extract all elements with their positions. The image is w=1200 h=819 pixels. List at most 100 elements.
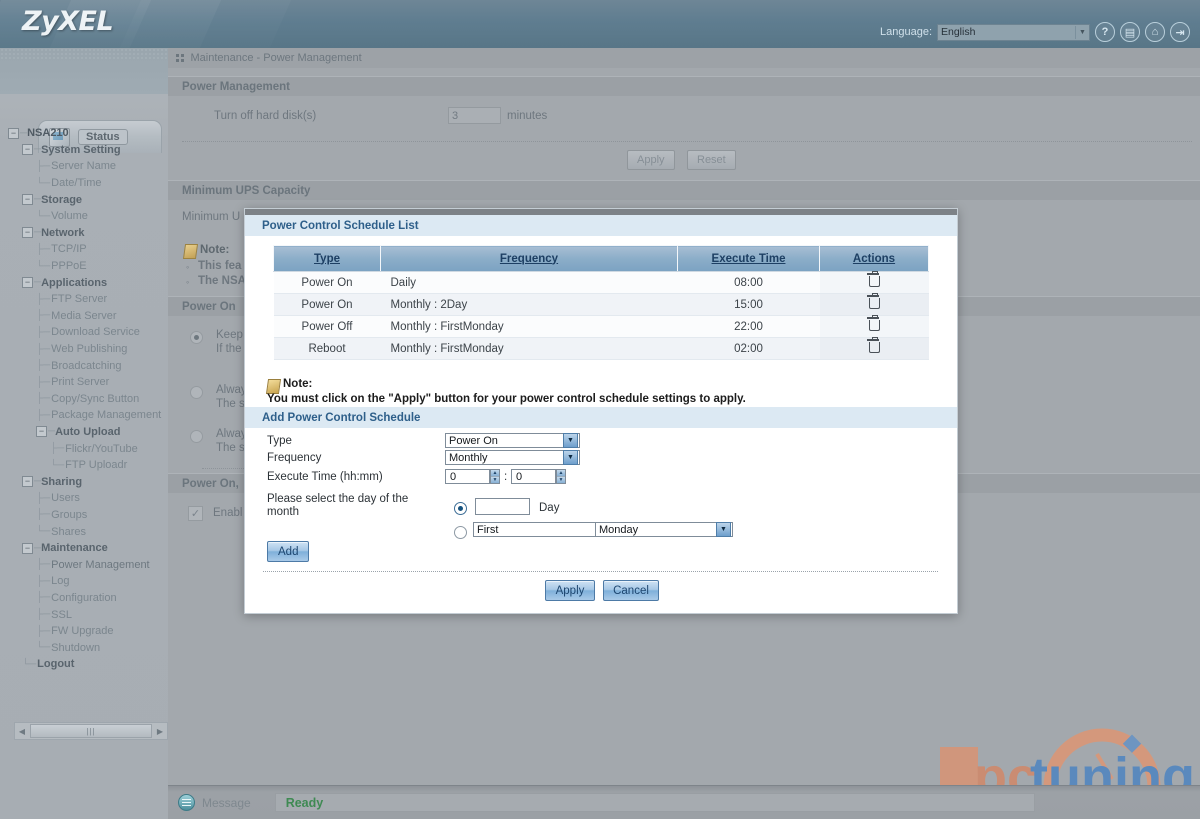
sidebar-item-groups[interactable]: ├─ Groups	[0, 507, 168, 524]
scroll-left-icon[interactable]: ◀	[15, 727, 29, 736]
cell-actions[interactable]	[819, 315, 929, 338]
help-icon[interactable]: ?	[1095, 22, 1115, 42]
sidebar-item-nsa210[interactable]: − ─ NSA210	[0, 125, 168, 142]
weekday-of-month-radio[interactable]	[454, 526, 467, 539]
expander-collapse-icon[interactable]: −	[22, 144, 33, 156]
sidebar-item-package-management[interactable]: ├─ Package Management	[0, 407, 168, 424]
chevron-down-icon[interactable]: ▼	[1075, 25, 1089, 39]
hour-stepper[interactable]: ▲ ▼	[490, 469, 500, 484]
expander-collapse-icon[interactable]: −	[22, 542, 33, 554]
frequency-select[interactable]: Monthly ▼	[445, 450, 580, 465]
column-header-actions[interactable]: Actions	[819, 245, 929, 272]
sidebar-item-ssl[interactable]: ├─ SSL	[0, 606, 168, 623]
stepper-down-icon[interactable]: ▼	[491, 477, 499, 483]
sidebar-item-shares[interactable]: └─ Shares	[0, 523, 168, 540]
sidebar-item-logout[interactable]: └─ Logout	[0, 656, 168, 673]
cell-actions[interactable]	[819, 337, 929, 360]
section-minimum-ups-capacity: Minimum UPS Capacity	[168, 180, 1200, 200]
column-header-frequency[interactable]: Frequency	[380, 245, 678, 272]
sidebar-horizontal-scrollbar[interactable]: ◀ ||| ▶	[14, 722, 168, 740]
sidebar-item-pppoe[interactable]: └─ PPPoE	[0, 258, 168, 275]
sidebar-item-network[interactable]: − ─ Network	[0, 225, 168, 242]
table-row[interactable]: Power Off Monthly : FirstMonday 22:00	[273, 315, 929, 338]
sidebar-item-power-management[interactable]: ├─ Power Management	[0, 556, 168, 573]
stepper-up-icon[interactable]: ▲	[491, 470, 499, 477]
logout-icon[interactable]: ⇥	[1170, 22, 1190, 42]
language-select[interactable]: English ▼	[937, 23, 1090, 41]
add-button[interactable]: Add	[267, 541, 310, 562]
sidebar-item-broadcatching[interactable]: ├─ Broadcatching	[0, 357, 168, 374]
delete-icon[interactable]	[867, 293, 880, 309]
table-row[interactable]: Power On Monthly : 2Day 15:00	[273, 293, 929, 316]
sidebar-item-web-publishing[interactable]: ├─ Web Publishing	[0, 341, 168, 358]
sidebar-item-users[interactable]: ├─ Users	[0, 490, 168, 507]
delete-icon[interactable]	[867, 337, 880, 353]
tree-branch-icon: ├─	[36, 509, 51, 521]
column-header-execute-time[interactable]: Execute Time	[677, 245, 820, 272]
table-row[interactable]: Power On Daily 08:00	[273, 271, 929, 294]
sidebar-item-auto-upload[interactable]: − ─ Auto Upload	[0, 424, 168, 441]
sidebar-item-print-server[interactable]: ├─ Print Server	[0, 374, 168, 391]
expander-collapse-icon[interactable]: −	[22, 277, 33, 289]
hour-input[interactable]: 0	[445, 469, 490, 484]
minute-input[interactable]: 0	[511, 469, 556, 484]
type-select[interactable]: Power On ▼	[445, 433, 580, 448]
dialog-apply-button[interactable]: Apply	[545, 580, 595, 601]
sidebar-item-tcp-ip[interactable]: ├─ TCP/IP	[0, 241, 168, 258]
table-row[interactable]: Reboot Monthly : FirstMonday 02:00	[273, 337, 929, 360]
sidebar-item-configuration[interactable]: ├─ Configuration	[0, 590, 168, 607]
power-on-option-0-radio[interactable]	[190, 331, 203, 344]
document-icon[interactable]: ▤	[1120, 22, 1140, 42]
sidebar-item-sharing[interactable]: − ─ Sharing	[0, 473, 168, 490]
dialog-cancel-button[interactable]: Cancel	[603, 580, 659, 601]
sidebar-item-server-name[interactable]: ├─ Server Name	[0, 158, 168, 175]
enable-checkbox[interactable]: ✓	[188, 506, 203, 521]
stepper-up-icon[interactable]: ▲	[557, 470, 565, 477]
power-on-option-2-radio[interactable]	[190, 430, 203, 443]
day-of-month-radio[interactable]	[454, 502, 467, 515]
reset-button[interactable]: Reset	[687, 150, 736, 170]
sidebar-item-applications[interactable]: − ─ Applications	[0, 274, 168, 291]
sidebar-item-download-service[interactable]: ├─ Download Service	[0, 324, 168, 341]
scroll-right-icon[interactable]: ▶	[153, 727, 167, 736]
expander-collapse-icon[interactable]: −	[36, 426, 47, 438]
sidebar-item-copy-sync-button[interactable]: ├─ Copy/Sync Button	[0, 391, 168, 408]
sidebar-item-log[interactable]: ├─ Log	[0, 573, 168, 590]
stepper-down-icon[interactable]: ▼	[557, 477, 565, 483]
apply-button[interactable]: Apply	[627, 150, 675, 170]
sidebar-item-shutdown[interactable]: └─ Shutdown	[0, 639, 168, 656]
sidebar-item-system-setting[interactable]: − ─ System Setting	[0, 142, 168, 159]
day-input[interactable]	[475, 498, 530, 515]
turn-off-minutes-input[interactable]: 3	[448, 107, 501, 124]
sidebar-item-maintenance[interactable]: − ─ Maintenance	[0, 540, 168, 557]
bullet-icon: ◦	[186, 262, 190, 272]
sidebar-item-ftp-server[interactable]: ├─ FTP Server	[0, 291, 168, 308]
sidebar-item-fw-upgrade[interactable]: ├─ FW Upgrade	[0, 623, 168, 640]
weekday-select[interactable]: Monday ▼	[595, 522, 733, 537]
minute-stepper[interactable]: ▲ ▼	[556, 469, 566, 484]
sidebar-item-storage[interactable]: − ─ Storage	[0, 191, 168, 208]
tree-branch-icon: └─	[36, 260, 51, 272]
sidebar-item-ftp-uploadr[interactable]: └─ FTP Uploadr	[0, 457, 168, 474]
expander-collapse-icon[interactable]: −	[22, 476, 33, 488]
sidebar-item-media-server[interactable]: ├─ Media Server	[0, 308, 168, 325]
power-on-option-1-radio[interactable]	[190, 386, 203, 399]
sidebar-item-flickr-youtube[interactable]: ├─ Flickr/YouTube	[0, 440, 168, 457]
expander-collapse-icon[interactable]: −	[22, 227, 33, 239]
delete-icon[interactable]	[867, 315, 880, 331]
scrollbar-thumb[interactable]: |||	[30, 724, 152, 738]
chevron-down-icon[interactable]: ▼	[563, 450, 578, 465]
cell-actions[interactable]	[819, 271, 929, 294]
column-header-type[interactable]: Type	[273, 245, 381, 272]
chevron-down-icon[interactable]: ▼	[716, 522, 731, 537]
expander-collapse-icon[interactable]: −	[8, 127, 19, 139]
note-item-0: This fea	[198, 260, 242, 272]
sidebar-item-date-time[interactable]: └─ Date/Time	[0, 175, 168, 192]
chevron-down-icon[interactable]: ▼	[563, 433, 578, 448]
enable-label: Enabl	[213, 507, 243, 519]
expander-collapse-icon[interactable]: −	[22, 194, 33, 206]
cell-actions[interactable]	[819, 293, 929, 316]
home-icon[interactable]: ⌂	[1145, 22, 1165, 42]
sidebar-item-volume[interactable]: └─ Volume	[0, 208, 168, 225]
delete-icon[interactable]	[867, 271, 880, 287]
